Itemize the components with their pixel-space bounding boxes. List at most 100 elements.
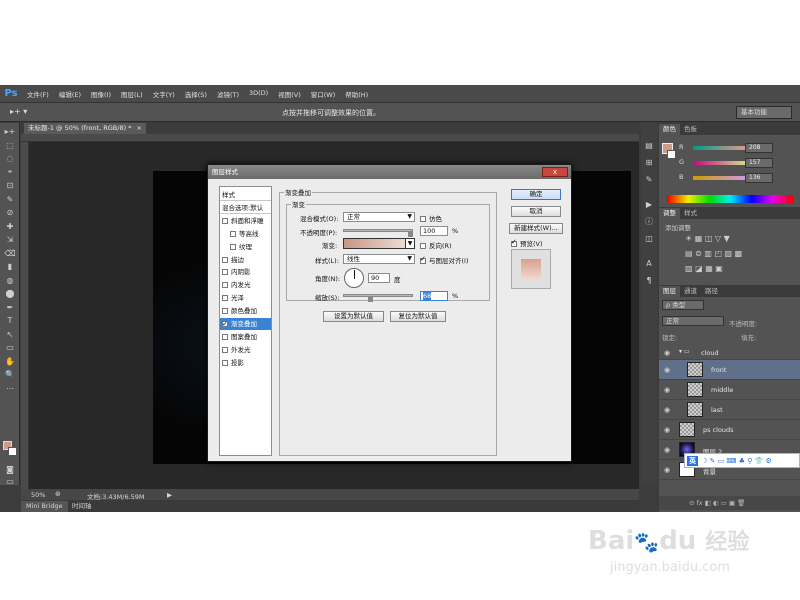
blend-mode-select[interactable]: 正常 xyxy=(662,316,724,326)
tab-layers[interactable]: 图层 xyxy=(659,286,680,297)
menu-item[interactable]: 图像(I) xyxy=(86,89,116,99)
style-checkbox[interactable] xyxy=(222,346,228,353)
style-item[interactable]: 颜色叠加 xyxy=(220,305,271,317)
channel-b-value[interactable]: 136 xyxy=(745,173,773,183)
visibility-icon[interactable]: ◉ xyxy=(664,349,670,357)
ime-toolbar[interactable]: 英 ☽ ✎ ▭ ⌨ ♣ ⚲ 👕 ⚙ xyxy=(684,453,800,468)
background-color-swatch[interactable] xyxy=(8,447,17,456)
menu-item[interactable]: 编辑(E) xyxy=(54,89,86,99)
gradient-dropdown-icon[interactable]: ▼ xyxy=(405,238,415,249)
history-icon[interactable]: ▤ xyxy=(641,137,657,154)
bg-color-chip[interactable] xyxy=(667,150,676,159)
style-item[interactable]: 等高线 xyxy=(220,228,271,240)
menu-item[interactable]: 滤镜(T) xyxy=(212,89,244,99)
blend-mode-dropdown[interactable]: 正常 ▼ xyxy=(343,212,415,222)
status-arrow-icon[interactable]: ▶ xyxy=(167,491,172,499)
dither-checkbox[interactable]: 仿色 xyxy=(420,213,442,223)
gradient-swatch[interactable]: ▼ xyxy=(343,238,415,249)
style-checkbox[interactable] xyxy=(222,282,228,289)
tool-icon[interactable]: ◌ xyxy=(0,152,20,166)
channels-icon[interactable]: ◫ xyxy=(641,230,657,247)
align-checkbox[interactable]: 与图层对齐(I) xyxy=(420,255,469,265)
reverse-box[interactable] xyxy=(420,243,426,249)
info-icon[interactable]: ⓘ xyxy=(641,213,657,230)
channel-r-slider[interactable] xyxy=(693,146,753,150)
tab-channels[interactable]: 通道 xyxy=(680,286,701,297)
reverse-checkbox[interactable]: 反向(R) xyxy=(420,240,452,250)
reset-default-button[interactable]: 复位为默认值 xyxy=(390,311,446,322)
workspace-select[interactable]: 基本功能 xyxy=(736,106,792,119)
style-checkbox[interactable] xyxy=(222,359,228,366)
style-item[interactable]: 内阴影 xyxy=(220,266,271,278)
tab-color[interactable]: 颜色 xyxy=(659,124,680,135)
menu-item[interactable]: 帮助(H) xyxy=(340,89,373,99)
visibility-icon[interactable]: ◉ xyxy=(664,446,670,454)
layer-row[interactable]: ◉ last xyxy=(659,400,800,420)
ime-icons[interactable]: ☽ ✎ ▭ ⌨ ♣ ⚲ 👕 ⚙ xyxy=(701,457,772,465)
document-tab[interactable]: 未标题-1 @ 50% (front, RGB/8) * × xyxy=(24,123,146,134)
actions-icon[interactable]: ▶ xyxy=(641,196,657,213)
menu-item[interactable]: 3D(D) xyxy=(244,89,273,99)
scale-slider[interactable] xyxy=(343,294,413,297)
angle-input[interactable]: 90 xyxy=(368,273,390,283)
ok-button[interactable]: 确定 xyxy=(511,189,561,200)
menu-item[interactable]: 视图(V) xyxy=(273,89,306,99)
visibility-icon[interactable]: ◉ xyxy=(664,406,670,414)
style-checkbox[interactable] xyxy=(222,295,228,302)
tool-icon[interactable]: ⬚ xyxy=(0,139,20,153)
channel-g-slider[interactable] xyxy=(693,161,753,165)
tab-mini-bridge[interactable]: Mini Bridge xyxy=(21,501,68,512)
tool-icon[interactable]: ⌖ xyxy=(0,166,20,180)
preview-checkbox[interactable]: 预览(V) xyxy=(511,238,543,248)
scale-input[interactable]: 68 xyxy=(420,291,448,301)
layer-row[interactable]: ◉ front xyxy=(659,360,800,380)
style-item[interactable]: 描边 xyxy=(220,254,271,266)
style-checkbox[interactable] xyxy=(222,217,228,224)
set-default-button[interactable]: 设置为默认值 xyxy=(323,311,384,322)
style-item[interactable]: 样式 xyxy=(220,189,271,201)
style-item[interactable]: 外发光 xyxy=(220,344,271,356)
dither-box[interactable] xyxy=(420,216,426,222)
close-tab-icon[interactable]: × xyxy=(137,123,142,134)
menu-item[interactable]: 文字(Y) xyxy=(148,89,180,99)
color-spectrum[interactable] xyxy=(667,195,793,203)
brush-icon[interactable]: ✎ xyxy=(641,171,657,188)
new-style-button[interactable]: 新建样式(W)... xyxy=(509,223,563,234)
align-box[interactable] xyxy=(420,255,426,264)
tool-icon[interactable]: ✚ xyxy=(0,220,20,234)
character-icon[interactable]: A xyxy=(641,255,657,272)
adjust-icons-row2[interactable]: ▤ ⊜ ▥ ◰ ▨ ▩ xyxy=(685,249,742,258)
menu-item[interactable]: 文件(F) xyxy=(22,89,54,99)
tool-icon[interactable]: ⋯ xyxy=(0,382,20,396)
scale-slider-knob[interactable] xyxy=(368,296,373,302)
tool-icon[interactable]: ⬤ xyxy=(0,287,20,301)
properties-icon[interactable]: ⊞ xyxy=(641,154,657,171)
tab-timeline[interactable]: 时间轴 xyxy=(67,501,97,512)
tab-adjustments[interactable]: 调整 xyxy=(659,208,680,219)
style-dropdown[interactable]: 线性 ▼ xyxy=(343,254,415,264)
tool-icon[interactable]: ▭ xyxy=(0,341,20,355)
tool-icon[interactable]: ◍ xyxy=(0,274,20,288)
style-item[interactable]: 斜面和浮雕 xyxy=(220,215,271,227)
style-item[interactable]: 图案叠加 xyxy=(220,331,271,343)
tool-icon[interactable]: ⇲ xyxy=(0,233,20,247)
channel-b-slider[interactable] xyxy=(693,176,753,180)
visibility-icon[interactable]: ◉ xyxy=(664,386,670,394)
layers-footer-icons[interactable]: ⊝ fx ◧ ◐ ▭ ▣ 🗑 xyxy=(659,496,800,510)
menu-item[interactable]: 窗口(W) xyxy=(306,89,341,99)
style-checkbox[interactable] xyxy=(222,269,228,276)
style-item[interactable]: 投影 xyxy=(220,357,271,369)
style-checkbox[interactable] xyxy=(222,333,228,340)
ime-mode[interactable]: 英 xyxy=(687,455,698,466)
tab-paths[interactable]: 路径 xyxy=(701,286,722,297)
visibility-icon[interactable]: ◉ xyxy=(664,466,670,474)
close-icon[interactable]: x xyxy=(542,167,568,177)
tool-icon[interactable]: ▸+ xyxy=(0,125,20,139)
style-checkbox[interactable] xyxy=(222,308,228,315)
layer-kind-filter[interactable]: ρ 类型 xyxy=(662,300,704,310)
paragraph-icon[interactable]: ¶ xyxy=(641,272,657,289)
opacity-slider-knob[interactable] xyxy=(408,231,413,237)
adjust-icons-row3[interactable]: ▧ ◪ ▦ ▣ xyxy=(685,264,723,273)
style-item[interactable]: 混合选项:默认 xyxy=(220,202,271,214)
tool-icon[interactable]: ✒ xyxy=(0,301,20,315)
